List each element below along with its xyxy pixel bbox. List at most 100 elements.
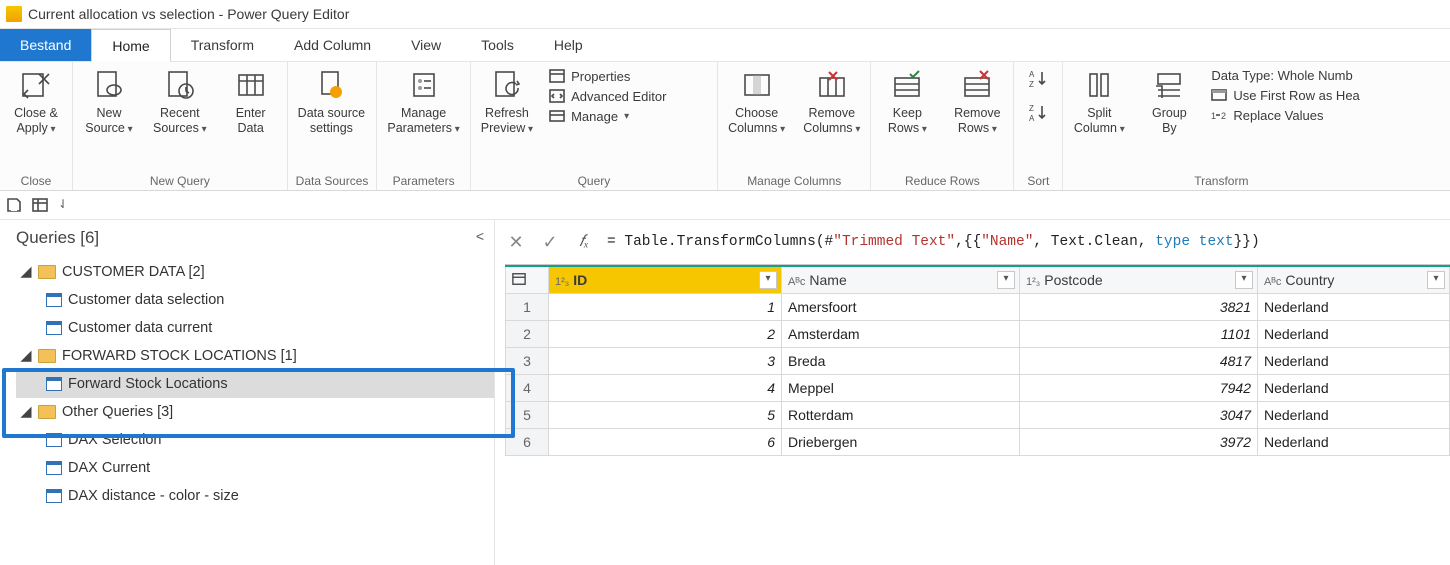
- cell-postcode[interactable]: 3972: [1020, 429, 1258, 456]
- filter-dropdown-icon[interactable]: ▾: [1235, 271, 1253, 289]
- filter-dropdown-icon[interactable]: ▾: [997, 271, 1015, 289]
- data-source-settings-button[interactable]: Data source settings: [296, 66, 367, 136]
- cell-postcode[interactable]: 3821: [1020, 294, 1258, 321]
- accept-formula-icon[interactable]: ✓: [539, 231, 561, 253]
- cell-postcode[interactable]: 7942: [1020, 375, 1258, 402]
- cell-id[interactable]: 3: [549, 348, 782, 375]
- table-row[interactable]: 44Meppel7942Nederland: [506, 375, 1450, 402]
- expand-caret-icon[interactable]: ◢: [20, 264, 32, 280]
- coltype-number-icon: 1²₃: [555, 276, 569, 288]
- cell-name[interactable]: Meppel: [782, 375, 1020, 402]
- cell-country[interactable]: Nederland: [1258, 321, 1450, 348]
- expand-caret-icon[interactable]: ◢: [20, 348, 32, 364]
- properties-button[interactable]: Properties: [549, 68, 709, 84]
- queries-folder[interactable]: ◢Other Queries [3]: [16, 398, 494, 426]
- remove-rows-button[interactable]: Remove Rows: [949, 66, 1005, 137]
- menu-transform[interactable]: Transform: [171, 29, 274, 61]
- data-type-button[interactable]: Data Type: Whole Numb: [1211, 68, 1371, 83]
- replace-values-button[interactable]: 12Replace Values: [1211, 107, 1371, 123]
- cell-postcode[interactable]: 1101: [1020, 321, 1258, 348]
- menu-view[interactable]: View: [391, 29, 461, 61]
- enter-data-button[interactable]: Enter Data: [223, 66, 279, 136]
- remove-rows-icon: [960, 68, 994, 102]
- filter-dropdown-icon[interactable]: ▾: [1427, 271, 1445, 289]
- manage-parameters-button[interactable]: Manage Parameters: [385, 66, 461, 137]
- column-header-country[interactable]: AᴮcCountry▾: [1258, 266, 1450, 294]
- query-item[interactable]: DAX Current: [16, 454, 494, 482]
- keep-rows-button[interactable]: Keep Rows: [879, 66, 935, 137]
- row-number[interactable]: 4: [506, 375, 549, 402]
- qat-overflow-icon[interactable]: ⇃: [58, 197, 68, 213]
- cell-name[interactable]: Breda: [782, 348, 1020, 375]
- filter-dropdown-icon[interactable]: ▾: [759, 271, 777, 289]
- cancel-formula-icon[interactable]: ✕: [505, 231, 527, 253]
- sort-asc-icon: AZ: [1027, 68, 1049, 90]
- app-logo-icon: [6, 6, 22, 22]
- split-column-button[interactable]: Split Column: [1071, 66, 1127, 137]
- row-number[interactable]: 5: [506, 402, 549, 429]
- advanced-editor-label: Advanced Editor: [571, 89, 666, 104]
- cell-postcode[interactable]: 3047: [1020, 402, 1258, 429]
- menu-help[interactable]: Help: [534, 29, 603, 61]
- advanced-editor-button[interactable]: Advanced Editor: [549, 88, 709, 104]
- row-number[interactable]: 1: [506, 294, 549, 321]
- cell-postcode[interactable]: 4817: [1020, 348, 1258, 375]
- cell-id[interactable]: 6: [549, 429, 782, 456]
- cell-name[interactable]: Driebergen: [782, 429, 1020, 456]
- recent-sources-button[interactable]: Recent Sources: [151, 66, 209, 137]
- cell-name[interactable]: Amersfoort: [782, 294, 1020, 321]
- sort-desc-button[interactable]: ZA: [1022, 100, 1054, 128]
- table-row[interactable]: 66Driebergen3972Nederland: [506, 429, 1450, 456]
- expand-caret-icon[interactable]: ◢: [20, 404, 32, 420]
- query-item[interactable]: Customer data current: [16, 314, 494, 342]
- choose-columns-button[interactable]: Choose Columns: [726, 66, 787, 137]
- table-row[interactable]: 11Amersfoort3821Nederland: [506, 294, 1450, 321]
- column-header-name[interactable]: AᴮcName▾: [782, 266, 1020, 294]
- query-item-selected[interactable]: Forward Stock Locations: [16, 370, 494, 398]
- first-row-headers-button[interactable]: Use First Row as Hea: [1211, 87, 1371, 103]
- cell-id[interactable]: 4: [549, 375, 782, 402]
- close-apply-button[interactable]: Close & Apply: [8, 66, 64, 137]
- menu-file[interactable]: Bestand: [0, 29, 91, 61]
- column-header-postcode[interactable]: 1²₃Postcode▾: [1020, 266, 1258, 294]
- cell-name[interactable]: Rotterdam: [782, 402, 1020, 429]
- table-row[interactable]: 22Amsterdam1101Nederland: [506, 321, 1450, 348]
- cell-country[interactable]: Nederland: [1258, 402, 1450, 429]
- group-by-button[interactable]: Group By: [1141, 66, 1197, 136]
- column-header-id[interactable]: 1²₃ID▾: [549, 266, 782, 294]
- table-row[interactable]: 33Breda4817Nederland: [506, 348, 1450, 375]
- row-number[interactable]: 6: [506, 429, 549, 456]
- fx-icon[interactable]: 𝑓ₓ: [573, 231, 595, 253]
- menu-home[interactable]: Home: [91, 29, 170, 62]
- cell-name[interactable]: Amsterdam: [782, 321, 1020, 348]
- query-item[interactable]: DAX distance - color - size: [16, 482, 494, 510]
- save-icon[interactable]: [6, 197, 22, 213]
- query-item[interactable]: DAX Selection: [16, 426, 494, 454]
- grid-corner[interactable]: [506, 266, 549, 294]
- ribbon-group-reduce-rows: Reduce Rows: [879, 172, 1005, 188]
- query-item[interactable]: Customer data selection: [16, 286, 494, 314]
- queries-folder[interactable]: ◢FORWARD STOCK LOCATIONS [1]: [16, 342, 494, 370]
- collapse-queries-icon[interactable]: <: [476, 228, 484, 244]
- cell-id[interactable]: 1: [549, 294, 782, 321]
- new-source-button[interactable]: New Source: [81, 66, 137, 137]
- table-view-icon[interactable]: [32, 197, 48, 213]
- cell-country[interactable]: Nederland: [1258, 294, 1450, 321]
- cell-country[interactable]: Nederland: [1258, 429, 1450, 456]
- menu-add-column[interactable]: Add Column: [274, 29, 391, 61]
- refresh-preview-button[interactable]: Refresh Preview: [479, 66, 535, 137]
- menu-tools[interactable]: Tools: [461, 29, 534, 61]
- remove-columns-button[interactable]: Remove Columns: [801, 66, 862, 137]
- queries-folder[interactable]: ◢CUSTOMER DATA [2]: [16, 258, 494, 286]
- cell-country[interactable]: Nederland: [1258, 348, 1450, 375]
- row-number[interactable]: 2: [506, 321, 549, 348]
- row-number[interactable]: 3: [506, 348, 549, 375]
- manage-query-button[interactable]: Manage: [549, 108, 709, 124]
- formula-text[interactable]: = Table.TransformColumns(#"Trimmed Text"…: [607, 234, 1260, 250]
- cell-id[interactable]: 5: [549, 402, 782, 429]
- sort-asc-button[interactable]: AZ: [1022, 66, 1054, 94]
- cell-id[interactable]: 2: [549, 321, 782, 348]
- table-row[interactable]: 55Rotterdam3047Nederland: [506, 402, 1450, 429]
- cell-country[interactable]: Nederland: [1258, 375, 1450, 402]
- split-column-icon: [1082, 68, 1116, 102]
